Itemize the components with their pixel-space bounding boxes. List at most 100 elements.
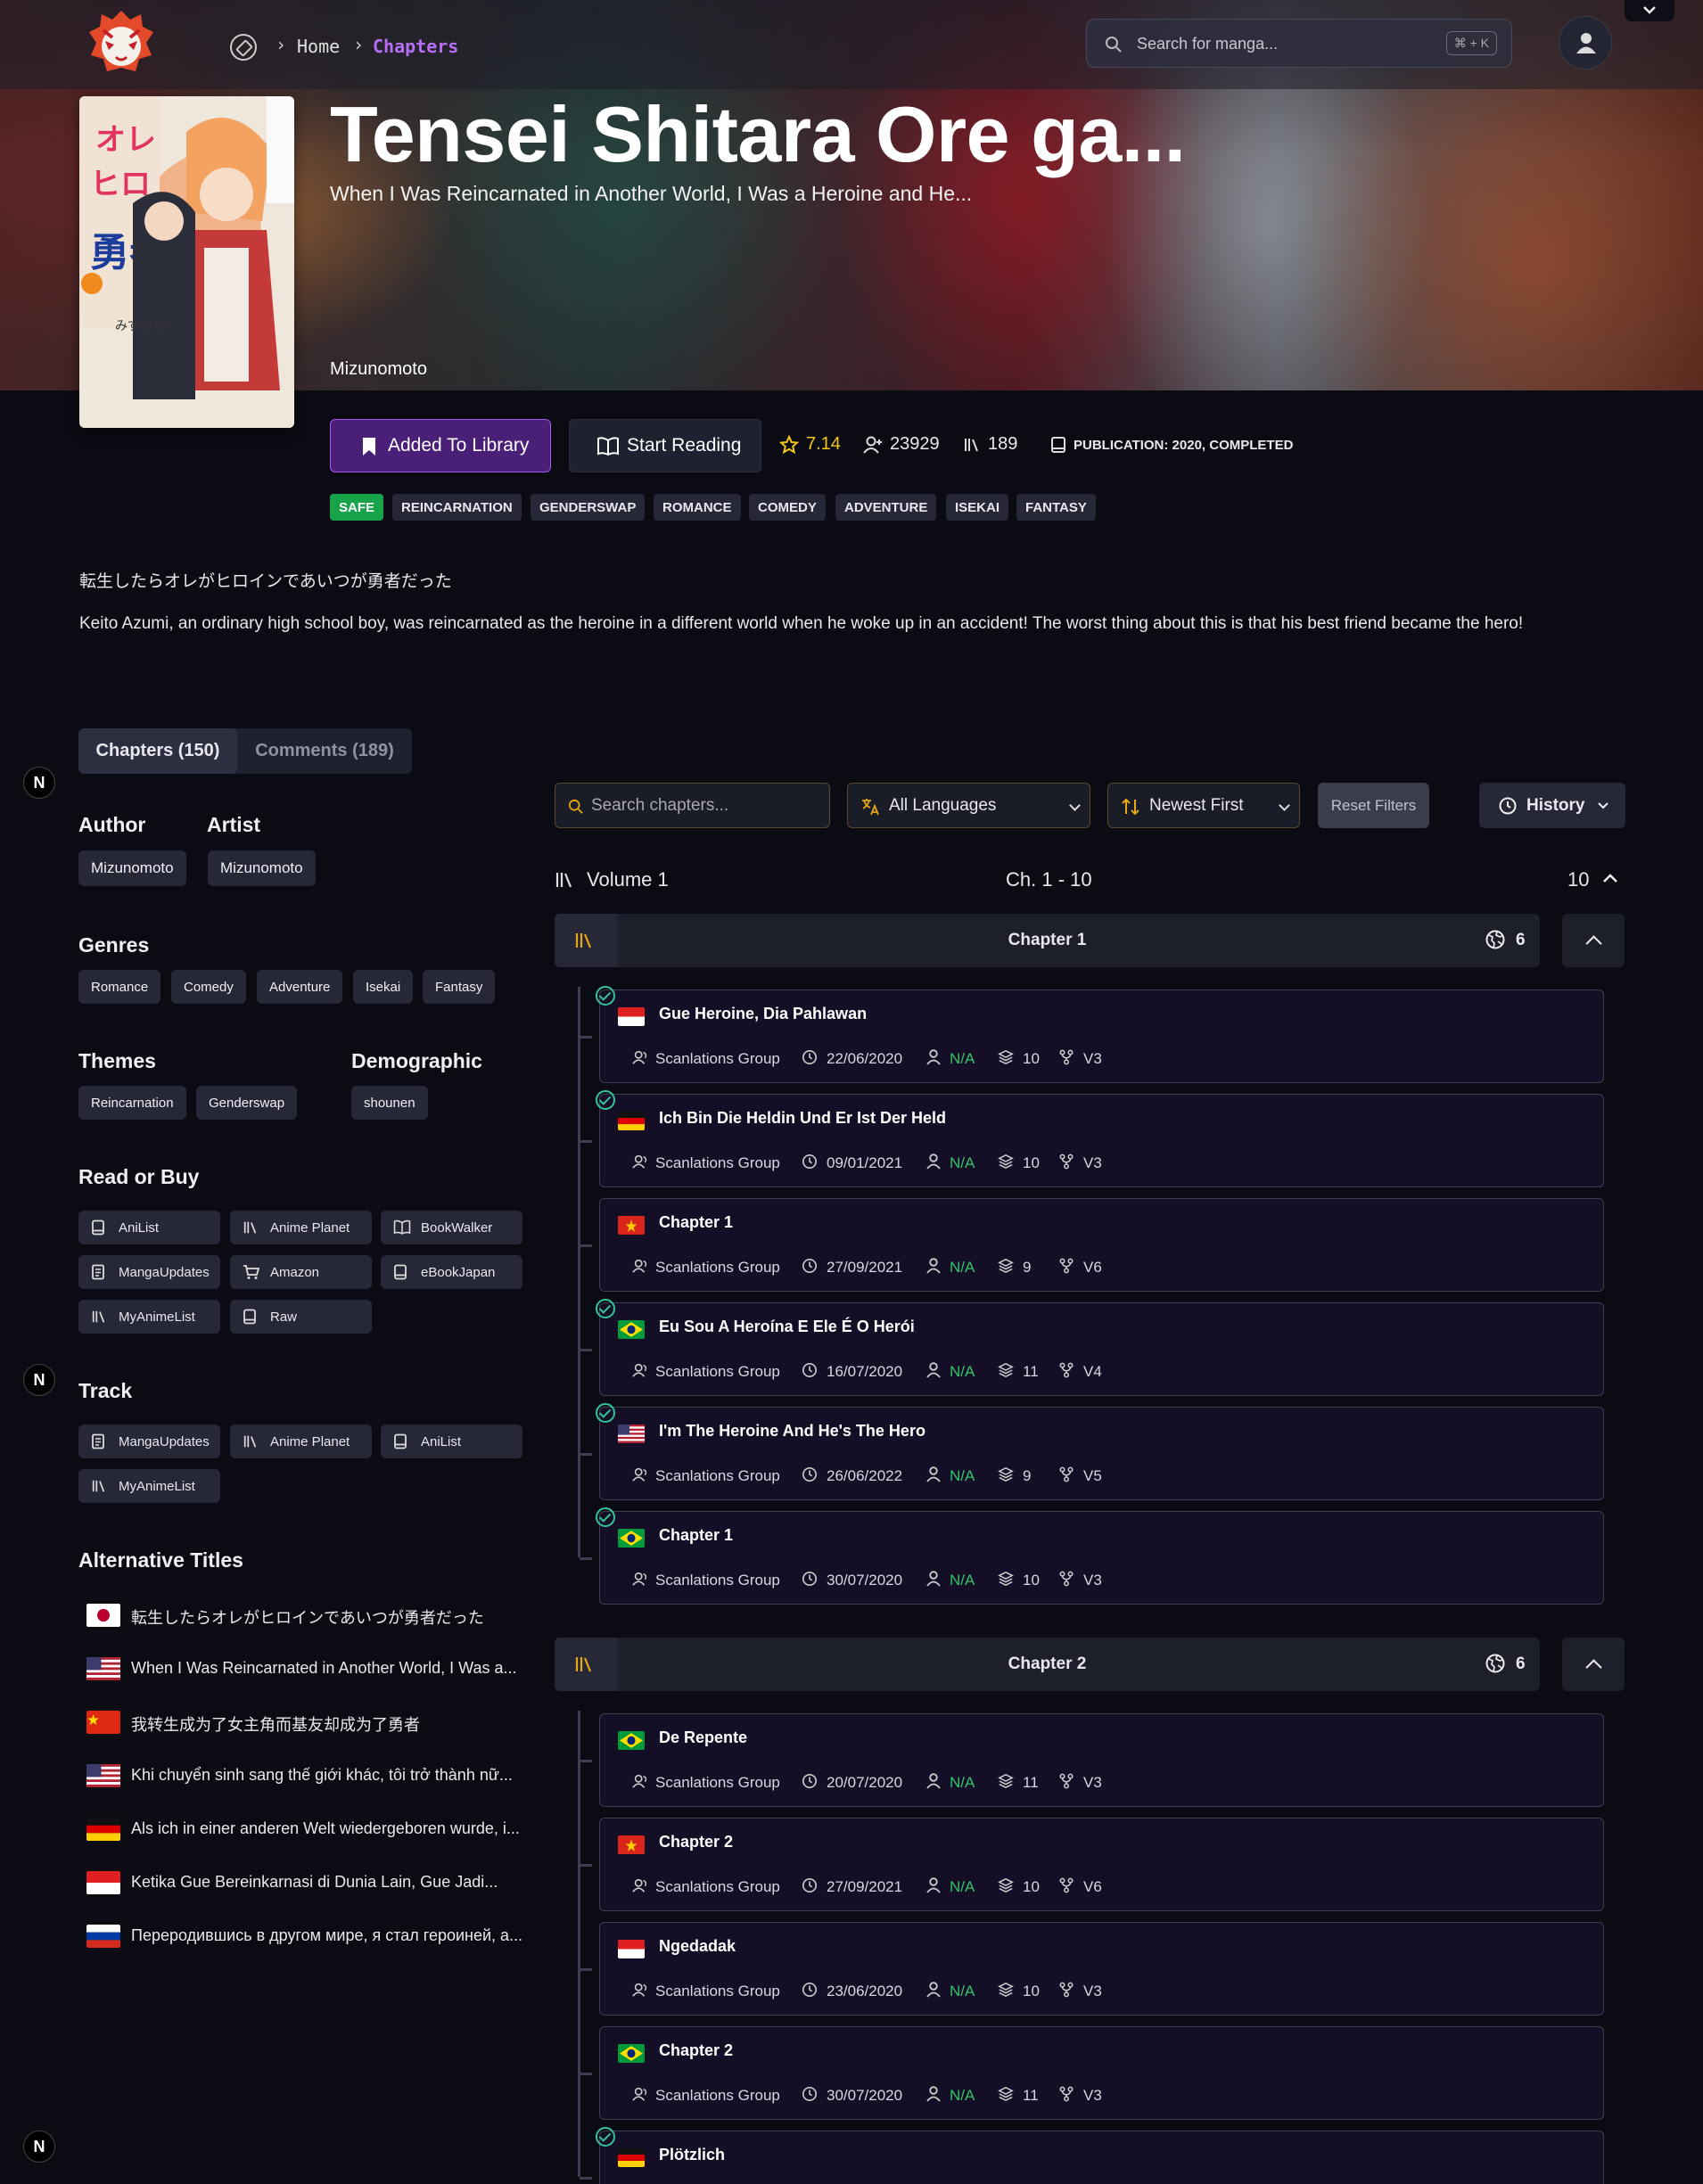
language-select[interactable]: All Languages [847,783,1090,828]
genre-chip[interactable]: Fantasy [423,970,496,1004]
library-icon [91,1478,107,1494]
scanlation-group[interactable]: Scanlations Group [655,1050,780,1068]
chapter-group-header[interactable]: Chapter 2 6 [555,1638,1540,1691]
notification-badge[interactable]: N [23,767,55,799]
chapter-group-header[interactable]: Chapter 1 6 [555,914,1540,967]
chapter-card[interactable]: I'm The Heroine And He's The Hero Scanlat… [599,1407,1604,1500]
collapse-group-button[interactable] [1562,914,1625,967]
genre-chip[interactable]: Comedy [171,970,246,1004]
tag[interactable]: ADVENTURE [835,494,937,521]
scanlation-group[interactable]: Scanlations Group [655,1259,780,1277]
tag[interactable]: ROMANCE [654,494,741,521]
notification-badge[interactable]: N [23,2131,55,2163]
link-label: AniList [421,1433,462,1449]
notification-badge[interactable]: N [23,1364,55,1396]
timeline-hook [580,1349,592,1351]
track-link-myanimelist[interactable]: MyAnimeList [78,1469,220,1503]
tab-chapters[interactable]: Chapters (150) [78,728,237,774]
link-label: eBookJapan [421,1264,496,1280]
scanlation-group[interactable]: Scanlations Group [655,1774,780,1792]
globe-icon [1485,1653,1506,1674]
chapter-card[interactable]: Gue Heroine, Dia Pahlawan Scanlations Gro… [599,989,1604,1083]
genre-chip[interactable]: Romance [78,970,161,1004]
theme-chip[interactable]: Genderswap [196,1086,298,1120]
users-icon [632,2086,648,2102]
track-link-anime-planet[interactable]: Anime Planet [230,1425,372,1458]
track-link-mangaupdates[interactable]: MangaUpdates [78,1425,220,1458]
tag[interactable]: GENDERSWAP [531,494,646,521]
user-avatar-button[interactable] [1559,16,1612,70]
scanlation-group[interactable]: Scanlations Group [655,1983,780,2000]
scanlation-group[interactable]: Scanlations Group [655,1878,780,1896]
buy-link-bookwalker[interactable]: BookWalker [381,1211,522,1244]
volume-header[interactable]: Volume 1 [555,868,669,891]
history-button[interactable]: History [1479,783,1625,828]
chapter-search-input[interactable]: Search chapters... [555,783,830,828]
manga-title: Tensei Shitara Ore ga... [330,90,1186,178]
manga-author[interactable]: Mizunomoto [330,359,427,380]
genre-chip[interactable]: Adventure [257,970,343,1004]
chapter-card[interactable]: Plötzlich [599,2131,1604,2184]
add-to-library-button[interactable]: Added To Library [330,419,551,472]
demographic-chip[interactable]: shounen [351,1086,428,1120]
timeline-hook [580,1760,592,1762]
buy-link-anilist[interactable]: AniList [78,1211,220,1244]
user-icon [926,1877,941,1893]
layers-icon [998,1362,1014,1378]
track-link-anilist[interactable]: AniList [381,1425,522,1458]
timeline-hook [580,2073,592,2075]
chapter-card[interactable]: Chapter 2 Scanlations Group 27/09/2021 N/A 1… [599,1818,1604,1911]
flag-br-icon [618,1731,645,1750]
chapter-card[interactable]: De Repente Scanlations Group 20/07/2020 N/A… [599,1713,1604,1807]
flag-ru-icon [86,1925,120,1948]
tab-comments[interactable]: Comments (189) [237,728,412,774]
history-icon [1499,797,1517,814]
tag[interactable]: ISEKAI [946,494,1009,521]
tag-safe[interactable]: SAFE [330,494,384,521]
site-logo[interactable] [86,7,157,78]
global-search-input[interactable]: Search for manga... ⌘ + K [1086,19,1512,68]
chevron-up-icon[interactable] [1602,872,1618,884]
chapter-card[interactable]: Chapter 2 Scanlations Group 30/07/2020 N/A 1… [599,2026,1604,2120]
collapse-group-button[interactable] [1562,1638,1625,1691]
svg-text:オレ: オレ [95,122,156,158]
chapter-card[interactable]: Chapter 1 Scanlations Group 27/09/2021 N/A 9… [599,1198,1604,1292]
tag[interactable]: COMEDY [749,494,826,521]
scanlation-group[interactable]: Scanlations Group [655,2087,780,2105]
buy-link-mangaupdates[interactable]: MangaUpdates [78,1255,220,1289]
chapter-card[interactable]: Eu Sou A Heroína E Ele É O Herói Scanlati… [599,1302,1604,1396]
reset-filters-button[interactable]: Reset Filters [1318,783,1429,828]
chapter-title: Chapter 2 [659,1833,734,1851]
chapter-card[interactable]: Ich Bin Die Heldin Und Er Ist Der Held Sc… [599,1094,1604,1187]
scanlation-group[interactable]: Scanlations Group [655,1154,780,1172]
layers-icon [998,1154,1014,1170]
start-reading-button[interactable]: Start Reading [569,419,761,472]
breadcrumb-home[interactable]: Home [297,36,340,57]
layers-icon [998,1982,1014,1998]
theme-chip[interactable]: Reincarnation [78,1086,186,1120]
page-count: 11 [1023,2087,1039,2104]
buy-link-ebookjapan[interactable]: eBookJapan [381,1255,522,1289]
version-icon [1058,1466,1074,1482]
buy-link-raw[interactable]: Raw [230,1300,372,1334]
buy-link-myanimelist[interactable]: MyAnimeList [78,1300,220,1334]
layers-icon [998,1466,1014,1482]
link-label: MyAnimeList [119,1478,195,1494]
chapter-card[interactable]: Ngedadak Scanlations Group 23/06/2020 N/A 10… [599,1922,1604,2016]
sort-select[interactable]: Newest First [1107,783,1300,828]
top-dropdown-toggle[interactable] [1625,0,1674,21]
genre-chip[interactable]: Isekai [353,970,414,1004]
tag[interactable]: REINCARNATION [392,494,522,521]
buy-link-anime-planet[interactable]: Anime Planet [230,1211,372,1244]
chapter-card[interactable]: Chapter 1 Scanlations Group 30/07/2020 N/A 1… [599,1511,1604,1605]
tag[interactable]: FANTASY [1016,494,1096,521]
search-shortcut: ⌘ + K [1445,31,1497,55]
scanlation-group[interactable]: Scanlations Group [655,1363,780,1381]
buy-link-amazon[interactable]: Amazon [230,1255,372,1289]
author-chip[interactable]: Mizunomoto [78,850,186,886]
scanlation-group[interactable]: Scanlations Group [655,1572,780,1589]
explore-compass-icon[interactable] [230,34,257,61]
book-icon [243,1309,257,1325]
scanlation-group[interactable]: Scanlations Group [655,1467,780,1485]
artist-chip[interactable]: Mizunomoto [208,850,316,886]
